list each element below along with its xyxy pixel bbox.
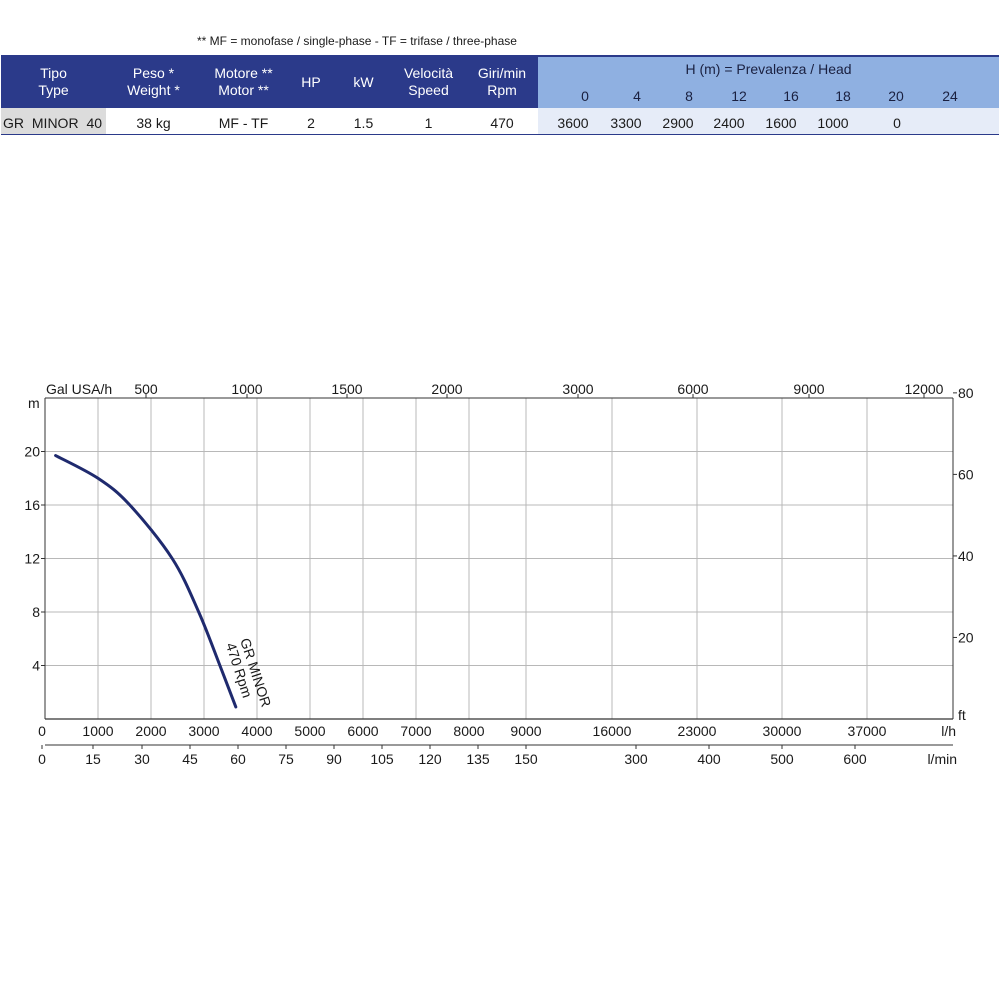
flow-value: 0 xyxy=(893,115,901,131)
bottom-tick-label: 7000 xyxy=(400,723,431,739)
bottom-tick-label: 8000 xyxy=(453,723,484,739)
col-header-rpm: Giri/min Rpm xyxy=(477,65,527,98)
lmin-tick-label: 105 xyxy=(370,751,394,767)
top-tick-label: 1500 xyxy=(331,381,362,397)
left-tick-label: 20 xyxy=(24,444,40,460)
col-header-hp: HP xyxy=(301,74,321,90)
lmin-tick-label: 30 xyxy=(134,751,150,767)
cell-type: GR MINOR 40 xyxy=(3,115,103,131)
bottom-tick-label: 37000 xyxy=(848,723,887,739)
lmin-tick-label: 300 xyxy=(624,751,648,767)
pump-curve-chart: m48121620ft20406080Gal USA/h 500 1000 1500 2… xyxy=(24,381,974,767)
lmin-tick-label: 150 xyxy=(514,751,538,767)
flow-value: 3300 xyxy=(610,115,642,131)
flow-value: 3600 xyxy=(557,115,589,131)
right-axis-unit: ft xyxy=(958,707,966,723)
lmin-tick-label: 15 xyxy=(85,751,101,767)
top-tick-label: 1000 xyxy=(231,381,262,397)
bottom-tick-label: 30000 xyxy=(763,723,802,739)
right-tick-label: 60 xyxy=(958,466,974,482)
head-title: H (m) = Prevalenza / Head xyxy=(685,61,852,77)
bottom-tick-label: 4000 xyxy=(241,723,272,739)
bottom-tick-label: 16000 xyxy=(593,723,632,739)
head-value: 0 xyxy=(581,88,589,104)
series-curve-gr-minor xyxy=(54,454,238,709)
lmin-tick-label: 600 xyxy=(843,751,867,767)
head-value: 20 xyxy=(888,88,904,104)
head-value: 24 xyxy=(942,88,958,104)
specification-table: Tipo Type Peso * Weight * Motore ** Motor *… xyxy=(1,55,999,135)
head-value: 4 xyxy=(633,88,641,104)
bottom-tick-label: 2000 xyxy=(135,723,166,739)
head-value: 18 xyxy=(835,88,851,104)
left-tick-label: 16 xyxy=(24,497,40,513)
top-tick-label: 500 xyxy=(134,381,158,397)
cell-motor: MF - TF xyxy=(218,115,269,131)
bottom-tick-label: 0 xyxy=(38,723,46,739)
left-axis-unit: m xyxy=(28,395,40,411)
top-axis-unit: Gal USA/h xyxy=(46,381,112,397)
left-tick-label: 4 xyxy=(32,658,40,674)
left-tick-label: 12 xyxy=(24,551,40,567)
cell-speed: 1 xyxy=(424,115,433,131)
col-header-motor: Motore ** Motor ** xyxy=(214,65,273,98)
lmin-axis-unit: l/min xyxy=(927,751,957,767)
bottom-tick-label: 9000 xyxy=(510,723,541,739)
col-header-kw: kW xyxy=(353,74,374,90)
lmin-tick-label: 120 xyxy=(418,751,442,767)
bottom-tick-label: 5000 xyxy=(294,723,325,739)
top-tick-label: 2000 xyxy=(431,381,462,397)
lmin-tick-label: 75 xyxy=(278,751,294,767)
top-tick-label: 3000 xyxy=(562,381,593,397)
right-tick-label: 20 xyxy=(958,629,974,645)
flow-value: 1600 xyxy=(765,115,797,131)
lmin-tick-label: 400 xyxy=(697,751,721,767)
left-tick-label: 8 xyxy=(32,604,40,620)
lmin-tick-label: 90 xyxy=(326,751,342,767)
head-value: 16 xyxy=(783,88,799,104)
top-tick-label: 6000 xyxy=(677,381,708,397)
top-tick-label: 9000 xyxy=(793,381,824,397)
cell-rpm: 470 xyxy=(490,115,514,131)
bottom-axis-unit: l/h xyxy=(941,723,956,739)
series-label: GR MINOR470 Rpm xyxy=(223,636,275,709)
head-value: 12 xyxy=(731,88,747,104)
phase-note: ** MF = monofase / single-phase - TF = t… xyxy=(197,34,517,48)
right-tick-label: 40 xyxy=(958,548,974,564)
cell-kw: 1.5 xyxy=(353,115,374,131)
right-tick-label: 80 xyxy=(958,385,974,401)
head-value: 8 xyxy=(685,88,693,104)
bottom-tick-label: 23000 xyxy=(678,723,717,739)
lmin-tick-label: 0 xyxy=(38,751,46,767)
flow-value: 2900 xyxy=(662,115,694,131)
flow-value: 1000 xyxy=(817,115,849,131)
lmin-tick-label: 60 xyxy=(230,751,246,767)
col-header-type: Tipo Type xyxy=(38,65,69,98)
col-header-speed: Velocità Speed xyxy=(403,65,454,98)
bottom-tick-label: 1000 xyxy=(82,723,113,739)
flow-value: 2400 xyxy=(713,115,745,131)
bottom-tick-label: 3000 xyxy=(188,723,219,739)
lmin-tick-label: 135 xyxy=(466,751,490,767)
col-header-weight: Peso * Weight * xyxy=(127,65,180,98)
series-label-line: GR MINOR xyxy=(237,636,274,709)
bottom-tick-label: 6000 xyxy=(347,723,378,739)
top-tick-label: 12000 xyxy=(905,381,944,397)
lmin-tick-label: 500 xyxy=(770,751,794,767)
cell-weight: 38 kg xyxy=(136,115,171,131)
series-label-line: 470 Rpm xyxy=(223,641,256,700)
lmin-tick-label: 45 xyxy=(182,751,198,767)
cell-hp: 2 xyxy=(307,115,315,131)
